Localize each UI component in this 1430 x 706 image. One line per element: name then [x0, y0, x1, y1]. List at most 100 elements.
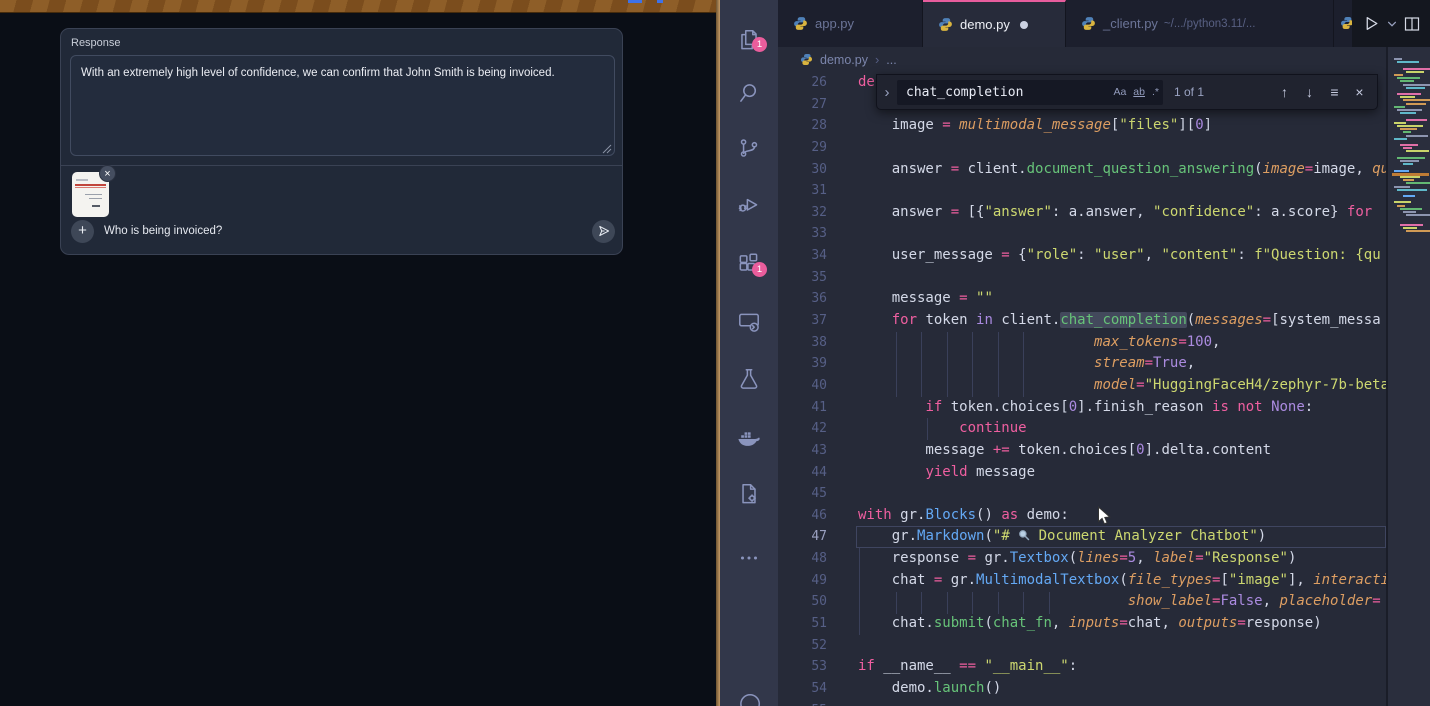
chat-input-text[interactable]: Who is being invoiced? [104, 220, 222, 243]
code-line[interactable]: 49 chat = gr.MultimodalTextbox(file_type… [778, 570, 1386, 592]
code-line[interactable]: 40 model="HuggingFaceH4/zephyr-7b-beta [778, 375, 1386, 397]
chevron-down-icon[interactable] [1386, 18, 1398, 30]
code-line[interactable]: 36 message = "" [778, 288, 1386, 310]
code-line[interactable]: 42 continue [778, 418, 1386, 440]
line-number[interactable]: 42 [778, 418, 827, 440]
send-button[interactable] [592, 220, 615, 243]
code-line[interactable]: 41 if token.choices[0].finish_reason is … [778, 397, 1386, 419]
line-number[interactable]: 38 [778, 332, 827, 354]
line-number[interactable]: 40 [778, 375, 827, 397]
sidebar-item-more[interactable] [736, 545, 762, 571]
line-number[interactable]: 53 [778, 656, 827, 678]
find-next-button[interactable]: ↓ [1297, 84, 1322, 100]
find-results-count: 1 of 1 [1174, 85, 1204, 99]
find-in-selection-button[interactable]: ≡ [1322, 84, 1347, 100]
breadcrumb-file[interactable]: demo.py [820, 53, 868, 67]
code-line[interactable]: 33 [778, 223, 1386, 245]
line-number[interactable]: 55 [778, 700, 827, 706]
add-file-button[interactable]: + [71, 220, 94, 243]
code-line[interactable]: 43 message += token.choices[0].delta.con… [778, 440, 1386, 462]
response-textarea[interactable]: With an extremely high level of confiden… [70, 55, 615, 156]
line-number[interactable]: 32 [778, 202, 827, 224]
file-gear-icon [736, 481, 762, 507]
code-line[interactable]: 45 [778, 483, 1386, 505]
sidebar-item-docker[interactable] [736, 424, 762, 450]
sidebar-item-source-control[interactable] [736, 135, 762, 161]
sidebar-item-task-file[interactable] [736, 481, 762, 507]
line-number[interactable]: 52 [778, 635, 827, 657]
whole-word-toggle[interactable]: ab [1133, 86, 1145, 98]
resize-handle-icon[interactable] [602, 144, 612, 154]
code-line[interactable]: 38 max_tokens=100, [778, 332, 1386, 354]
line-number[interactable]: 39 [778, 353, 827, 375]
modified-dot[interactable] [1020, 21, 1028, 29]
tab-demo-py[interactable]: demo.py [923, 0, 1066, 47]
line-number[interactable]: 34 [778, 245, 827, 267]
line-number[interactable]: 54 [778, 678, 827, 700]
sidebar-item-remote-explorer[interactable] [736, 309, 762, 335]
tab-app-py[interactable]: app.py [778, 0, 923, 47]
line-number[interactable]: 47 [778, 526, 827, 548]
code-line[interactable]: 32 answer = [{"answer": a.answer, "confi… [778, 202, 1386, 224]
editor-group: app.py demo.py _client.py ~/.../python3.… [778, 0, 1430, 706]
sidebar-item-testing[interactable] [736, 366, 762, 392]
line-number[interactable]: 46 [778, 505, 827, 527]
run-button[interactable] [1363, 15, 1380, 32]
find-query[interactable]: chat_completion [906, 85, 1106, 100]
line-number[interactable]: 45 [778, 483, 827, 505]
code-line[interactable]: 35 [778, 267, 1386, 289]
line-number[interactable]: 26 [778, 72, 827, 94]
find-close-button[interactable]: × [1347, 84, 1372, 100]
line-number[interactable]: 49 [778, 570, 827, 592]
code-text [827, 137, 858, 159]
match-case-toggle[interactable]: Aa [1113, 86, 1126, 98]
sidebar-item-run-debug[interactable] [736, 192, 762, 218]
breadcrumb-symbol[interactable]: ... [886, 53, 896, 67]
sidebar-item-account[interactable] [736, 692, 762, 706]
code-line[interactable]: 50 show_label=False, placeholder= [778, 591, 1386, 613]
code-lines[interactable]: 26def2728 image = multimodal_message["fi… [778, 72, 1386, 706]
code-line[interactable]: 51 chat.submit(chat_fn, inputs=chat, out… [778, 613, 1386, 635]
line-number[interactable]: 30 [778, 159, 827, 181]
split-editor-button[interactable] [1404, 16, 1420, 32]
code-line[interactable]: 55 [778, 700, 1386, 706]
line-number[interactable]: 27 [778, 94, 827, 116]
explorer-badge: 1 [752, 37, 767, 52]
code-line[interactable]: 44 yield message [778, 462, 1386, 484]
line-number[interactable]: 28 [778, 115, 827, 137]
code-line[interactable]: 37 for token in client.chat_completion(m… [778, 310, 1386, 332]
code-line[interactable]: 48 response = gr.Textbox(lines=5, label=… [778, 548, 1386, 570]
minimap[interactable] [1386, 47, 1430, 706]
code-line[interactable]: 53if __name__ == "__main__": [778, 656, 1386, 678]
code-line[interactable]: 47 gr.Markdown("# Document Analyzer Chat… [778, 526, 1386, 548]
line-number[interactable]: 50 [778, 591, 827, 613]
sidebar-item-search[interactable] [736, 80, 762, 106]
find-input[interactable]: chat_completion Aa ab .* [897, 80, 1163, 105]
tab-client-py[interactable]: _client.py ~/.../python3.11/... [1066, 0, 1334, 47]
line-number[interactable]: 37 [778, 310, 827, 332]
line-number[interactable]: 48 [778, 548, 827, 570]
line-number[interactable]: 36 [778, 288, 827, 310]
line-number[interactable]: 51 [778, 613, 827, 635]
remove-attachment-button[interactable]: × [99, 165, 116, 182]
regex-toggle[interactable]: .* [1152, 86, 1159, 98]
code-line[interactable]: 52 [778, 635, 1386, 657]
code-line[interactable]: 30 answer = client.document_question_ans… [778, 159, 1386, 181]
line-number[interactable]: 43 [778, 440, 827, 462]
line-number[interactable]: 31 [778, 180, 827, 202]
code-line[interactable]: 46with gr.Blocks() as demo: [778, 505, 1386, 527]
code-line[interactable]: 34 user_message = {"role": "user", "cont… [778, 245, 1386, 267]
find-previous-button[interactable]: ↑ [1272, 84, 1297, 100]
code-line[interactable]: 54 demo.launch() [778, 678, 1386, 700]
code-line[interactable]: 31 [778, 180, 1386, 202]
line-number[interactable]: 29 [778, 137, 827, 159]
code-line[interactable]: 39 stream=True, [778, 353, 1386, 375]
code-text: for token in client.chat_completion(mess… [827, 310, 1381, 332]
line-number[interactable]: 41 [778, 397, 827, 419]
line-number[interactable]: 33 [778, 223, 827, 245]
code-line[interactable]: 29 [778, 137, 1386, 159]
code-line[interactable]: 28 image = multimodal_message["files"][0… [778, 115, 1386, 137]
line-number[interactable]: 44 [778, 462, 827, 484]
line-number[interactable]: 35 [778, 267, 827, 289]
find-expand-toggle[interactable]: › [877, 84, 897, 101]
